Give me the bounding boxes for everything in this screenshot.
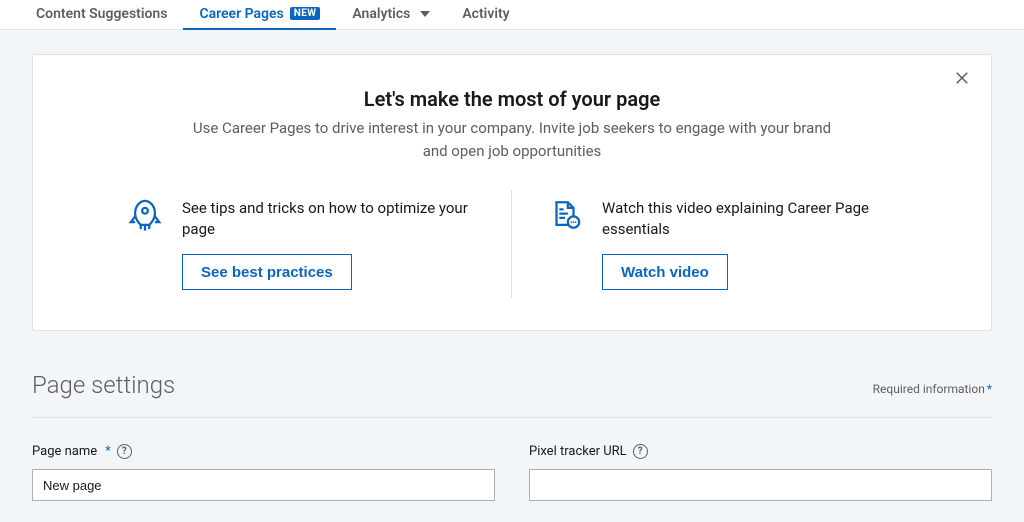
card-subtitle: Use Career Pages to drive interest in yo… [192,117,832,162]
label-text: Page name [32,444,97,459]
card-title: Let's make the most of your page [73,87,951,111]
divider [32,417,992,418]
tab-activity[interactable]: Activity [446,0,525,30]
label-text: Pixel tracker URL [529,444,627,459]
action-watch-video: Watch this video explaining Career Page … [512,190,932,298]
see-best-practices-button[interactable]: See best practices [182,254,352,290]
tab-career-pages[interactable]: Career Pages NEW [183,0,336,30]
action-desc: Watch this video explaining Career Page … [602,198,896,240]
document-chat-icon [548,198,582,236]
page-settings-title: Page settings [32,371,175,399]
asterisk: * [987,382,992,396]
tab-label: Activity [462,6,509,22]
close-button[interactable] [953,69,977,93]
page-content: Let's make the most of your page Use Car… [0,30,1024,501]
required-information-label: Required information* [873,382,992,396]
help-icon[interactable]: ? [633,444,648,459]
tab-content-suggestions[interactable]: Content Suggestions [20,0,183,30]
new-badge: NEW [290,7,321,20]
tab-label: Content Suggestions [36,6,167,22]
action-text: See tips and tricks on how to optimize y… [182,198,475,290]
action-text: Watch this video explaining Career Page … [602,198,896,290]
pixel-tracker-input[interactable] [529,469,992,501]
action-best-practices: See tips and tricks on how to optimize y… [92,190,512,298]
watch-video-button[interactable]: Watch video [602,254,728,290]
nav-tabs: Content Suggestions Career Pages NEW Ana… [0,0,1024,30]
intro-card: Let's make the most of your page Use Car… [32,54,992,331]
field-pixel-tracker: Pixel tracker URL ? [529,444,992,501]
field-page-name: Page name * ? [32,444,495,501]
rocket-icon [128,198,162,236]
card-actions: See tips and tricks on how to optimize y… [73,190,951,298]
chevron-down-icon [420,11,430,17]
tab-label: Career Pages [199,6,283,22]
field-label: Pixel tracker URL ? [529,444,992,459]
required-text: Required information [873,382,985,396]
close-icon [953,69,971,87]
field-label: Page name * ? [32,444,495,459]
asterisk: * [105,444,111,459]
tab-label: Analytics [352,6,410,22]
card-header: Let's make the most of your page Use Car… [73,87,951,162]
page-name-input[interactable] [32,469,495,501]
tab-analytics[interactable]: Analytics [336,0,446,30]
action-desc: See tips and tricks on how to optimize y… [182,198,475,240]
form-row: Page name * ? Pixel tracker URL ? [32,444,992,501]
section-header: Page settings Required information* [32,371,992,399]
help-icon[interactable]: ? [117,444,132,459]
